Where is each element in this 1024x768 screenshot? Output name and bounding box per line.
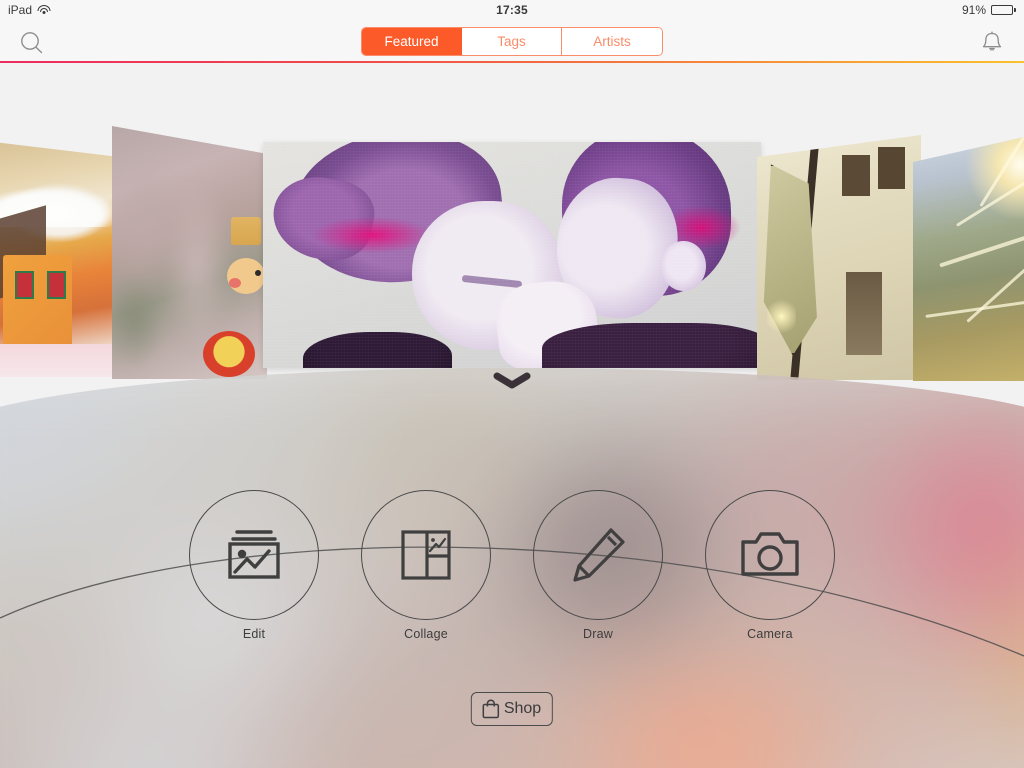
featured-tabs[interactable]: Featured Tags Artists [361, 27, 663, 56]
tab-artists[interactable]: Artists [562, 28, 662, 55]
shopping-bag-icon [482, 699, 500, 719]
edit-circle[interactable] [189, 490, 319, 620]
pencil-icon [573, 528, 625, 582]
carousel-item-christmas-house[interactable] [0, 142, 112, 377]
carousel-item-children-kiss[interactable] [263, 142, 761, 368]
carousel-item-blurred-toy[interactable] [112, 126, 267, 379]
status-bar: iPad 17:35 91% [0, 0, 1024, 20]
collage-grid-icon [401, 530, 451, 580]
carousel-item-sunlit-branches[interactable] [913, 135, 1024, 381]
action-collage[interactable]: Collage [361, 490, 491, 641]
app-root: iPad 17:35 91% Featured Tags Artists Edi… [0, 0, 1024, 768]
carousel-item-lantern-building[interactable] [757, 135, 921, 380]
tab-featured[interactable]: Featured [362, 28, 462, 55]
status-bar-time: 17:35 [496, 3, 528, 17]
action-camera[interactable]: Camera [705, 490, 835, 641]
shop-button[interactable]: Shop [470, 692, 554, 726]
draw-circle[interactable] [533, 490, 663, 620]
bell-icon[interactable] [976, 28, 1008, 58]
action-draw-label: Draw [583, 627, 613, 641]
action-edit-label: Edit [242, 627, 266, 641]
battery-icon [991, 5, 1016, 15]
search-icon[interactable] [16, 28, 48, 58]
status-bar-right: 91% [962, 3, 1016, 17]
chevron-down-icon[interactable] [490, 372, 534, 397]
nav-gradient-underline [0, 61, 1024, 63]
navigation-bar: Featured Tags Artists [0, 20, 1024, 62]
collage-circle[interactable] [361, 490, 491, 620]
battery-percent-label: 91% [961, 3, 986, 17]
camera-icon [741, 532, 799, 576]
image-edit-icon [228, 530, 280, 579]
tab-tags[interactable]: Tags [462, 28, 562, 55]
action-collage-label: Collage [404, 627, 448, 641]
shop-label: Shop [503, 700, 542, 717]
action-edit[interactable]: Edit [189, 490, 319, 641]
action-camera-label: Camera [747, 627, 793, 641]
featured-carousel[interactable] [0, 63, 1024, 393]
camera-circle[interactable] [705, 490, 835, 620]
action-draw[interactable]: Draw [533, 490, 663, 641]
